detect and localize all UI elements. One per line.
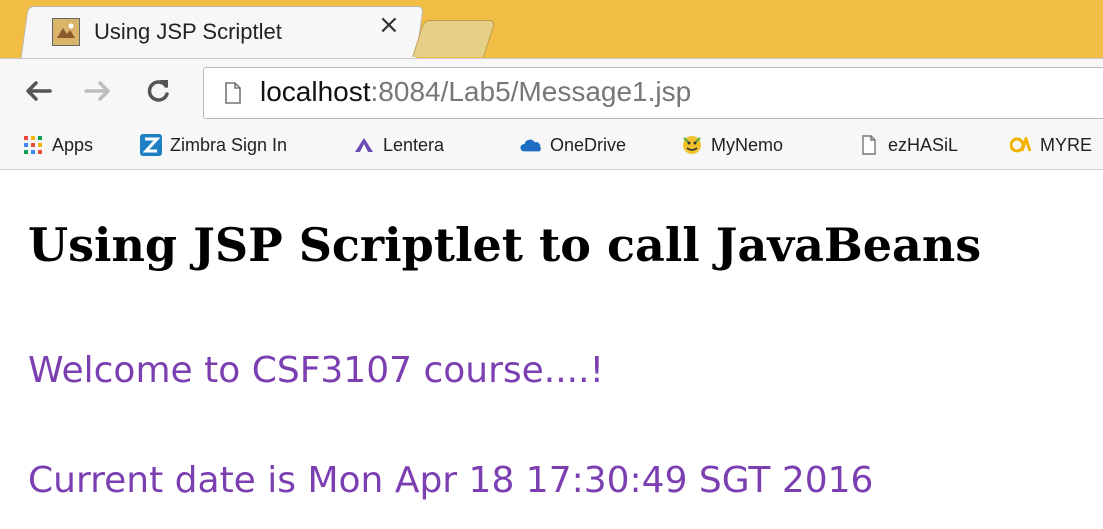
tab-close-icon[interactable]: ×: [378, 10, 400, 40]
bookmark-ezhasil[interactable]: ezHASiL: [858, 134, 958, 156]
url-host: localhost: [260, 76, 371, 107]
reload-icon: [147, 80, 169, 102]
welcome-message: Welcome to CSF3107 course....!: [28, 350, 604, 391]
url-path: :8084/Lab5/Message1.jsp: [370, 76, 692, 107]
bookmark-mynemo[interactable]: MyNemo: [681, 134, 783, 156]
page-content: Using JSP Scriptlet to call JavaBeans We…: [0, 170, 1103, 529]
current-date-message: Current date is Mon Apr 18 17:30:49 SGT …: [28, 460, 874, 501]
page-icon: [224, 82, 242, 108]
site-favicon-icon: [52, 18, 80, 46]
arrow-right-icon: [84, 81, 110, 101]
bookmark-zimbra[interactable]: Zimbra Sign In: [140, 134, 287, 156]
bookmark-apps[interactable]: Apps: [22, 134, 93, 156]
bookmark-label: MyNemo: [711, 134, 784, 155]
arrow-left-icon: [26, 81, 52, 101]
tab-content[interactable]: Using JSP Scriptlet ×: [30, 10, 410, 54]
page-icon: [858, 134, 880, 156]
new-tab-button[interactable]: [411, 20, 497, 57]
back-button[interactable]: [20, 73, 56, 109]
bookmark-label: Lentera: [383, 134, 445, 155]
page-heading: Using JSP Scriptlet to call JavaBeans: [28, 218, 982, 272]
bookmark-label: ezHASiL: [888, 134, 959, 155]
myre-icon: [1010, 134, 1032, 156]
lentera-icon: [353, 134, 375, 156]
bookmark-myre[interactable]: MYRE: [1010, 134, 1092, 156]
onedrive-icon: [520, 134, 542, 156]
forward-button[interactable]: [80, 73, 116, 109]
reload-button[interactable]: [140, 73, 176, 109]
tab-title: Using JSP Scriptlet: [94, 19, 282, 44]
tab-strip: Using JSP Scriptlet ×: [0, 0, 1103, 61]
bookmark-onedrive[interactable]: OneDrive: [520, 134, 626, 156]
apps-grid-icon: [22, 134, 44, 156]
bookmarks-bar: Apps Zimbra Sign In Lentera OneDrive MyN…: [0, 124, 1103, 170]
bookmark-label: Apps: [52, 134, 94, 155]
zimbra-icon: [140, 134, 162, 156]
bookmark-label: OneDrive: [550, 134, 627, 155]
address-bar[interactable]: localhost:8084/Lab5/Message1.jsp: [203, 67, 1103, 119]
toolbar: localhost:8084/Lab5/Message1.jsp: [0, 58, 1103, 125]
bookmark-lentera[interactable]: Lentera: [353, 134, 444, 156]
mynemo-icon: [681, 134, 703, 156]
bookmark-label: Zimbra Sign In: [170, 134, 288, 155]
bookmark-label: MYRE: [1040, 134, 1093, 155]
url-text[interactable]: localhost:8084/Lab5/Message1.jsp: [260, 76, 691, 108]
